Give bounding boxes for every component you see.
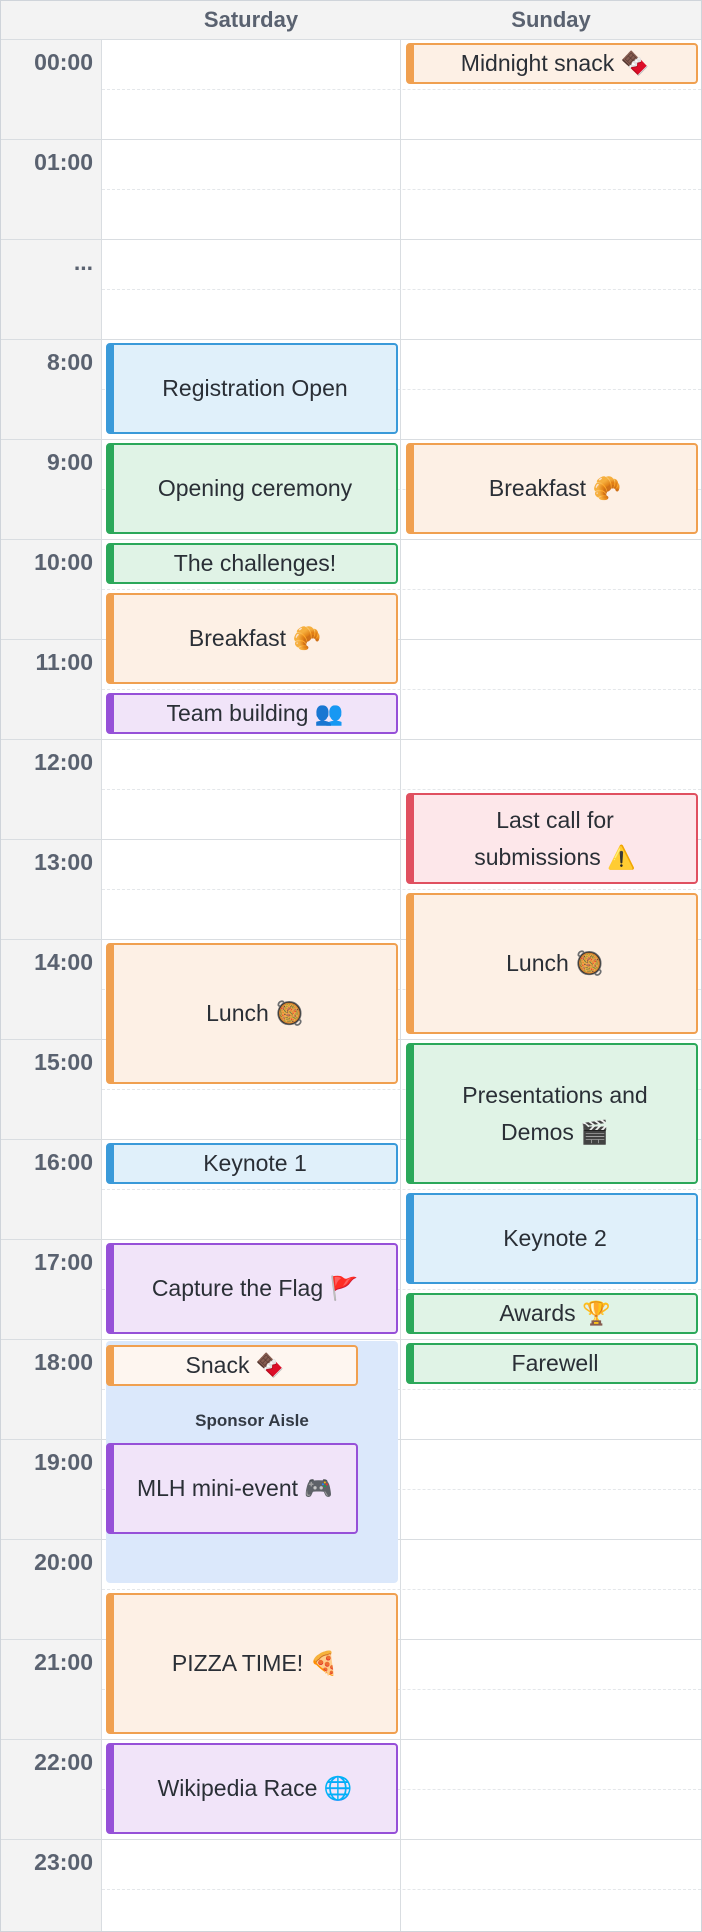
event-mlh-mini-event[interactable]: MLH mini-event 🎮: [106, 1443, 358, 1534]
event-keynote-2[interactable]: Keynote 2: [406, 1193, 698, 1284]
half-hour-line: [102, 89, 701, 90]
time-label: 9:00: [46, 449, 93, 475]
event-title: Registration Open: [162, 375, 348, 401]
time-label: 8:00: [46, 349, 93, 375]
hour-line: [1, 139, 701, 140]
time-label: 14:00: [34, 949, 93, 975]
event-title: Breakfast 🥐: [188, 625, 322, 651]
event-registration-open[interactable]: Registration Open: [106, 343, 398, 434]
event-title: Midnight snack 🍫: [460, 50, 650, 76]
event-breakfast-saturday[interactable]: Breakfast 🥐: [106, 593, 398, 684]
hour-line: [1, 1839, 701, 1840]
event-title: Awards 🏆: [499, 1300, 611, 1326]
time-label: 01:00: [34, 149, 93, 175]
time-label: 10:00: [34, 549, 93, 575]
hour-line: [1, 1339, 701, 1340]
event-keynote-1[interactable]: Keynote 1: [106, 1143, 398, 1184]
event-title: Keynote 2: [503, 1225, 607, 1251]
time-label: ...: [73, 249, 93, 275]
time-label: 20:00: [34, 1549, 93, 1575]
event-last-call[interactable]: Last call for submissions ⚠️: [406, 793, 698, 884]
event-awards[interactable]: Awards 🏆: [406, 1293, 698, 1334]
day-header-sunday: Sunday: [511, 7, 591, 32]
event-title: Opening ceremony: [157, 475, 353, 501]
event-title: Lunch 🥘: [206, 1000, 304, 1026]
event-title: Team building 👥: [166, 700, 344, 726]
event-title: Wikipedia Race 🌐: [157, 1775, 353, 1801]
hour-line: [1, 239, 701, 240]
event-title: Presentations and Demos 🎬: [462, 1081, 648, 1145]
event-title: Breakfast 🥐: [488, 475, 622, 501]
half-hour-line: [102, 289, 701, 290]
hour-line: [1, 439, 701, 440]
event-lunch-saturday[interactable]: Lunch 🥘: [106, 943, 398, 1084]
half-hour-line: [102, 889, 701, 890]
event-title: Last call for submissions ⚠️: [474, 806, 636, 870]
time-label: 22:00: [34, 1749, 93, 1775]
time-label: 12:00: [34, 749, 93, 775]
event-lunch-sunday[interactable]: Lunch 🥘: [406, 893, 698, 1034]
time-label: 23:00: [34, 1849, 93, 1875]
time-label: 21:00: [34, 1649, 93, 1675]
half-hour-line: [102, 1189, 701, 1190]
event-midnight-snack[interactable]: Midnight snack 🍫: [406, 43, 698, 84]
sponsor-aisle-label: Sponsor Aisle: [195, 1411, 309, 1430]
time-label: 19:00: [34, 1449, 93, 1475]
time-label: 15:00: [34, 1049, 93, 1075]
day-header-saturday: Saturday: [203, 7, 299, 32]
event-title: Capture the Flag 🚩: [151, 1275, 359, 1301]
header-row: Saturday Sunday: [1, 1, 701, 40]
event-title: Farewell: [511, 1350, 599, 1376]
time-label: 17:00: [34, 1249, 93, 1275]
time-label: 18:00: [34, 1349, 93, 1375]
time-label: 16:00: [34, 1149, 93, 1175]
event-presentations-and-demos[interactable]: Presentations and Demos 🎬: [406, 1043, 698, 1184]
event-opening-ceremony[interactable]: Opening ceremony: [106, 443, 398, 534]
event-farewell[interactable]: Farewell: [406, 1343, 698, 1384]
event-the-challenges[interactable]: The challenges!: [106, 543, 398, 584]
event-breakfast-sunday[interactable]: Breakfast 🥐: [406, 443, 698, 534]
event-pizza-time[interactable]: PIZZA TIME! 🍕: [106, 1593, 398, 1734]
hour-line: [1, 339, 701, 340]
half-hour-line: [102, 189, 701, 190]
half-hour-line: [102, 789, 701, 790]
event-wikipedia-race[interactable]: Wikipedia Race 🌐: [106, 1743, 398, 1834]
half-hour-line: [102, 1589, 701, 1590]
event-title: Lunch 🥘: [506, 950, 604, 976]
hour-line: [1, 1739, 701, 1740]
half-hour-line: [102, 589, 701, 590]
half-hour-line: [102, 689, 701, 690]
event-title: Keynote 1: [203, 1150, 307, 1176]
event-title: The challenges!: [173, 550, 337, 576]
event-title: MLH mini-event 🎮: [136, 1475, 334, 1501]
time-label: 11:00: [35, 649, 93, 675]
event-snack[interactable]: Snack 🍫: [106, 1345, 358, 1386]
event-title: PIZZA TIME! 🍕: [171, 1650, 339, 1676]
time-label: 00:00: [34, 49, 93, 75]
hour-line: [1, 539, 701, 540]
hour-line: [1, 739, 701, 740]
half-hour-line: [102, 1889, 701, 1890]
time-label: 13:00: [34, 849, 93, 875]
event-capture-the-flag[interactable]: Capture the Flag 🚩: [106, 1243, 398, 1334]
event-team-building[interactable]: Team building 👥: [106, 693, 398, 734]
event-title: Snack 🍫: [185, 1352, 285, 1378]
calendar: 00:00 01:00... 8:00 9:00 10:00 11:00 12:00 13:0…: [0, 0, 702, 1932]
